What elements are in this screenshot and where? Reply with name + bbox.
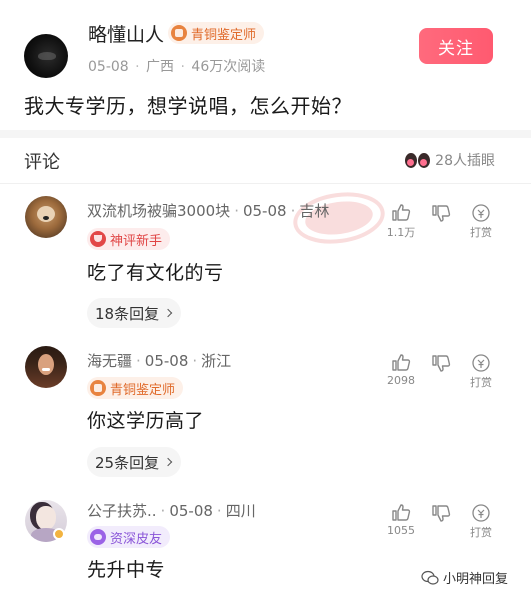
commenter-name[interactable]: 海无疆: [87, 352, 132, 370]
post-date: 05-08: [88, 59, 129, 75]
coin-icon: [472, 504, 490, 522]
eyes-icon: [405, 152, 431, 168]
commenter-badge-label: 青铜鉴定师: [110, 382, 176, 398]
follow-button[interactable]: 关注: [419, 28, 493, 64]
tip-label: 打赏: [470, 526, 492, 539]
commenter-badge: 神评新手: [87, 228, 171, 250]
comment-item: 海无疆 · 05-08 · 浙江 青铜鉴定师 你这学历高了 25条回复 2098 打赏: [0, 346, 531, 486]
commenter-badge: 资深皮友: [87, 526, 171, 548]
dislike-button[interactable]: [426, 204, 456, 224]
like-count: 1.1万: [386, 226, 416, 239]
thumbs-up-icon: [392, 504, 411, 521]
thumbs-up-icon: [392, 354, 411, 371]
comment-item: 双流机场被骗3000块 · 05-08 · 吉林 神评新手 吃了有文化的亏 18条回复 …: [0, 196, 531, 336]
commenter-badge-label: 神评新手: [110, 233, 163, 249]
vip-badge-icon: [53, 528, 65, 540]
dislike-button[interactable]: [426, 504, 456, 524]
author-avatar[interactable]: [24, 34, 68, 78]
viewers-count[interactable]: 28人插眼: [405, 150, 495, 170]
comment-text: 吃了有文化的亏: [87, 262, 224, 284]
chevron-right-icon: [163, 308, 173, 318]
tip-button[interactable]: 打赏: [466, 354, 496, 390]
commenter-badge-label: 资深皮友: [110, 531, 163, 547]
commenter-avatar[interactable]: [25, 196, 67, 238]
comment-date: 05-08: [242, 202, 287, 220]
comment-date: 05-08: [169, 502, 213, 520]
comment-meta: 海无疆 · 05-08 · 浙江: [87, 352, 232, 370]
comments-header: 评论 28人插眼: [0, 138, 531, 184]
thumbs-down-icon: [432, 355, 451, 372]
badge-icon: [90, 231, 106, 247]
view-replies-button[interactable]: 18条回复: [87, 298, 182, 328]
commenter-badge: 青铜鉴定师: [87, 377, 184, 399]
like-button[interactable]: 2098: [386, 352, 416, 387]
tip-label: 打赏: [470, 376, 492, 389]
comment-location: 浙江: [201, 352, 232, 370]
post-meta: 05-08 · 广西 · 46万次阅读: [88, 59, 266, 75]
comment-location: 吉林: [299, 202, 330, 220]
badge-icon: [90, 380, 106, 396]
thumbs-down-icon: [432, 205, 451, 222]
commenter-avatar[interactable]: [25, 346, 67, 388]
like-count: 1055: [387, 524, 415, 537]
author-name[interactable]: 略懂山人: [88, 20, 164, 47]
wechat-icon: [421, 570, 439, 585]
section-divider: [0, 130, 531, 138]
post-question: 我大专学历，想学说唱，怎么开始？: [24, 94, 352, 118]
viewers-label: 28人插眼: [435, 153, 495, 169]
commenter-name[interactable]: 公子扶苏..: [87, 502, 157, 520]
comments-title: 评论: [24, 152, 60, 173]
badge-icon: [171, 25, 187, 41]
chevron-right-icon: [163, 457, 173, 467]
comment-text: 先升中专: [87, 559, 166, 581]
like-button[interactable]: 1055: [386, 502, 416, 537]
author-badge-label: 青铜鉴定师: [191, 27, 257, 43]
coin-icon: [472, 354, 490, 372]
replies-label: 25条回复: [95, 453, 160, 472]
author-badge: 青铜鉴定师: [168, 22, 265, 44]
comment-text: 你这学历高了: [87, 410, 205, 432]
commenter-name[interactable]: 双流机场被骗3000块: [87, 202, 230, 220]
badge-icon: [90, 529, 106, 545]
like-button[interactable]: 1.1万: [386, 202, 416, 240]
post-reads: 46万次阅读: [191, 59, 266, 75]
view-replies-button[interactable]: 25条回复: [87, 447, 182, 477]
comment-location: 四川: [225, 502, 256, 520]
account-watermark: 小明神回复: [421, 568, 508, 587]
thumbs-down-icon: [432, 505, 451, 522]
comment-meta: 公子扶苏.. · 05-08 · 四川: [87, 502, 256, 520]
replies-label: 18条回复: [95, 304, 160, 323]
post-location: 广西: [146, 59, 175, 75]
like-count: 2098: [387, 374, 415, 387]
tip-label: 打赏: [470, 226, 492, 239]
watermark-label: 小明神回复: [443, 572, 509, 587]
comment-meta: 双流机场被骗3000块 · 05-08 · 吉林: [87, 202, 330, 220]
thumbs-up-icon: [392, 204, 411, 221]
comment-date: 05-08: [144, 352, 189, 370]
dislike-button[interactable]: [426, 354, 456, 374]
tip-button[interactable]: 打赏: [466, 504, 496, 540]
post-header: 略懂山人 青铜鉴定师 05-08 · 广西 · 46万次阅读 关注: [0, 0, 531, 90]
tip-button[interactable]: 打赏: [466, 204, 496, 240]
coin-icon: [472, 204, 490, 222]
